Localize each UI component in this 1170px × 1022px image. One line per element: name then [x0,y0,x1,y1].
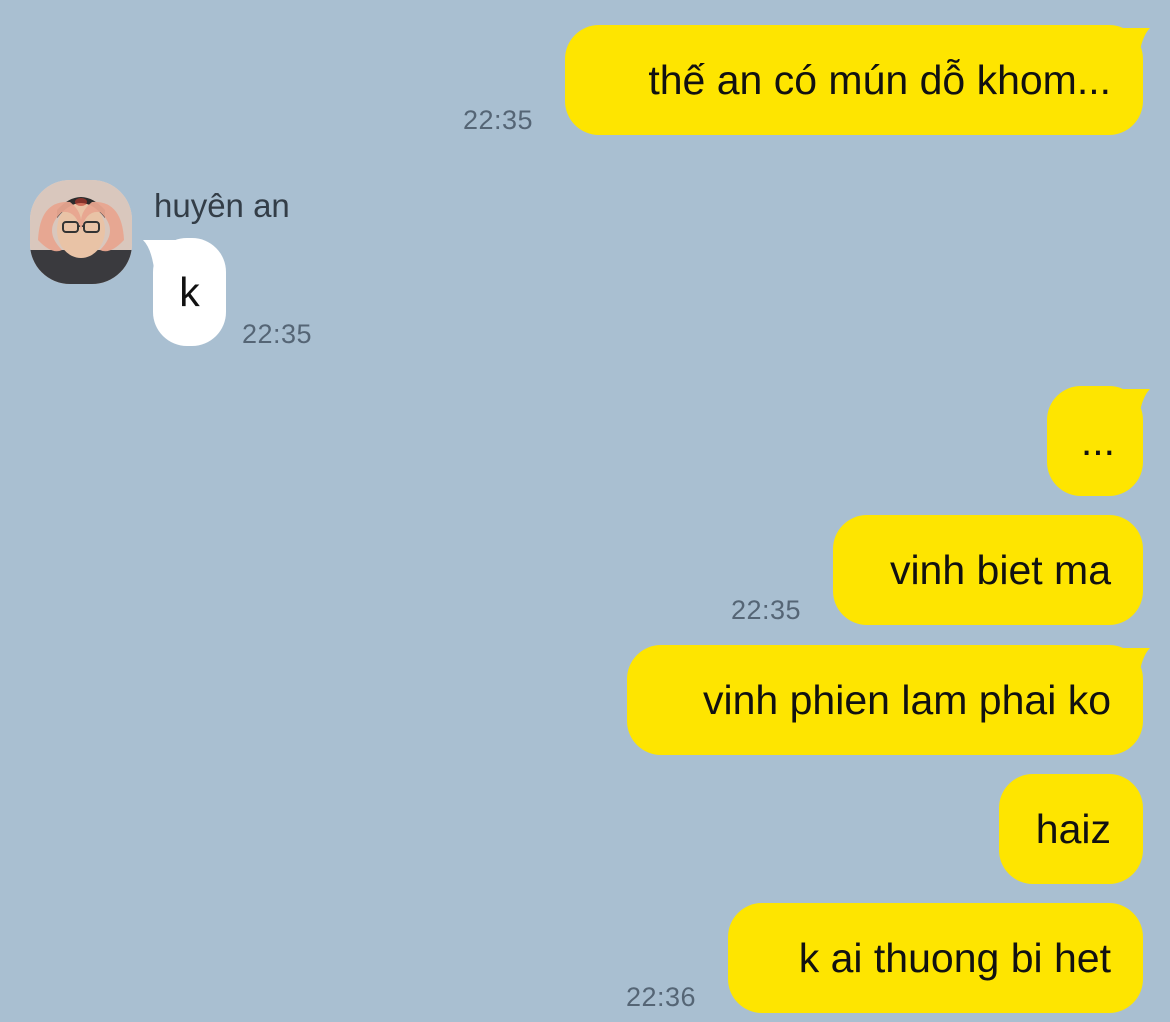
message-timestamp: 22:35 [242,319,313,349]
message-text: k ai thuong bi het [798,934,1111,981]
profile-photo-icon [30,180,132,284]
message-timestamp: 22:36 [626,982,697,1012]
message-timestamp: 22:35 [463,105,534,135]
outgoing-message-bubble[interactable]: k ai thuong bi het [728,903,1143,1013]
message-text: thế an có mún dỗ khom... [648,56,1111,103]
bubble-tail-icon [1110,28,1150,66]
message-text: k [179,268,200,315]
message-text: vinh phien lam phai ko [703,676,1111,723]
outgoing-message-bubble[interactable]: vinh biet ma [833,515,1143,625]
bubble-tail-icon [1110,648,1150,686]
sender-name: huyên an [154,187,290,224]
bubble-tail-icon [1110,389,1150,427]
message-text: haiz [1035,805,1111,852]
chat-messages-area[interactable]: thế an có mún dỗ khom... 22:35 huyên an … [0,0,1170,1022]
outgoing-message-bubble[interactable]: haiz [999,774,1143,884]
contact-avatar[interactable] [30,180,132,284]
message-text: vinh biet ma [889,546,1111,593]
outgoing-message-bubble[interactable]: vinh phien lam phai ko [627,645,1143,755]
message-timestamp: 22:35 [731,595,802,625]
incoming-message-bubble[interactable]: k [153,238,226,346]
outgoing-message-bubble[interactable]: thế an có mún dỗ khom... [565,25,1143,135]
